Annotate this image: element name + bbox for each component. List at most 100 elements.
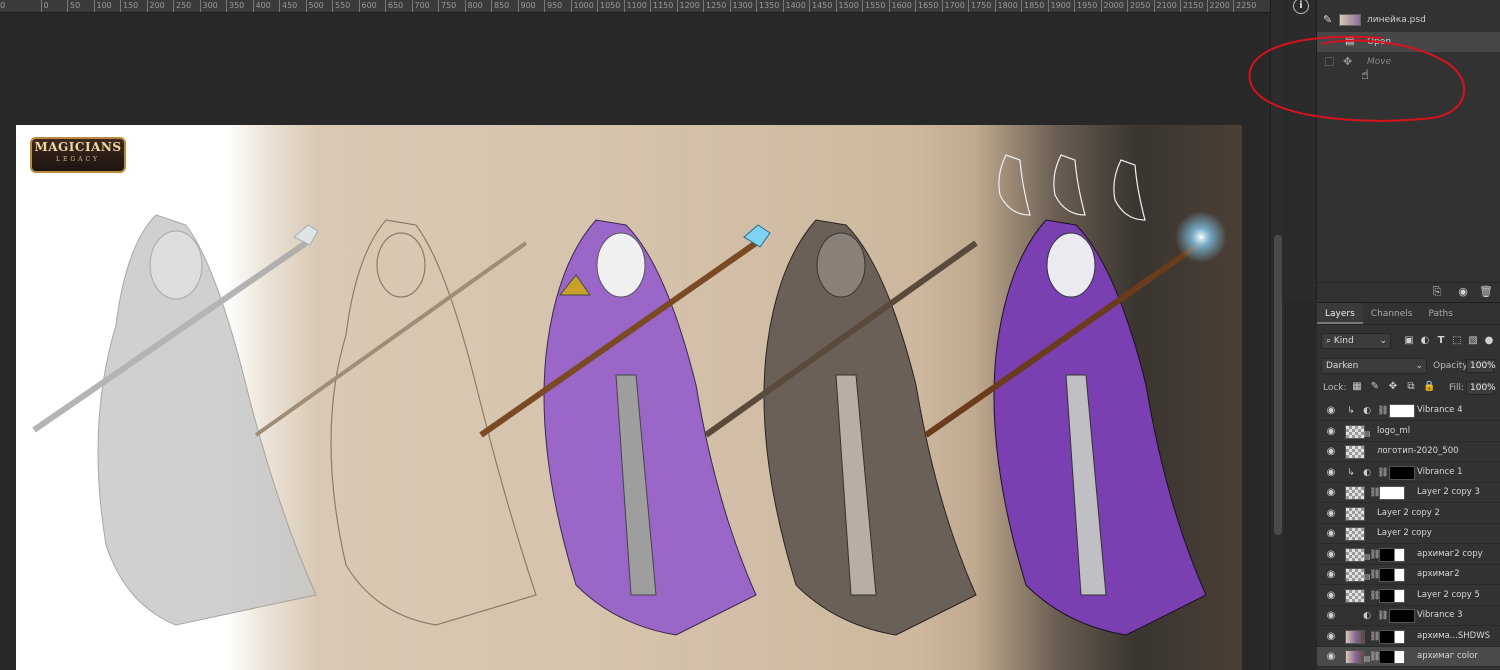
history-state-open[interactable]: ▤ Open <box>1317 32 1500 52</box>
lock-position-icon[interactable]: ✥ <box>1387 380 1399 394</box>
camera-icon[interactable]: ◉ <box>1457 286 1469 298</box>
tab-layers[interactable]: Layers <box>1317 303 1363 324</box>
fill-input[interactable]: 100% <box>1466 381 1496 395</box>
layer-row[interactable]: ◉ ▤ logo_ml <box>1317 422 1500 442</box>
layer-row[interactable]: ◉ ⛓ Layer 2 copy 3 <box>1317 483 1500 503</box>
eye-icon[interactable]: ◉ <box>1325 487 1337 499</box>
layer-mask-thumbnail[interactable] <box>1389 465 1415 480</box>
eye-icon[interactable]: ◉ <box>1325 590 1337 602</box>
eye-icon[interactable]: ◉ <box>1325 426 1337 438</box>
layer-row[interactable]: ◉ ↳ ◐ ⛓ Vibrance 1 <box>1317 463 1500 483</box>
layer-name[interactable]: Vibrance 4 <box>1417 401 1463 420</box>
layer-mask-thumbnail[interactable] <box>1379 629 1405 644</box>
layer-thumbnail[interactable] <box>1345 527 1365 541</box>
adjustment-filter-icon[interactable]: ◐ <box>1419 334 1431 348</box>
history-snapshot[interactable]: ✎ линейка.psd <box>1317 10 1500 30</box>
eye-icon[interactable]: ◉ <box>1325 549 1337 561</box>
canvas-vertical-scrollbar[interactable] <box>1270 0 1284 670</box>
opacity-input[interactable]: 100% <box>1466 359 1496 373</box>
ruler-tick-label: 550 <box>332 0 350 12</box>
smart-object-filter-icon[interactable]: ▧ <box>1467 334 1479 348</box>
eye-icon[interactable]: ◉ <box>1325 528 1337 540</box>
panel-tabs: Layers Channels Paths <box>1317 303 1500 325</box>
pixel-filter-icon[interactable]: ▣ <box>1403 334 1415 348</box>
layer-row[interactable]: ◉ Layer 2 copy <box>1317 524 1500 544</box>
layer-name[interactable]: Layer 2 copy 5 <box>1417 586 1480 605</box>
ruler-tick-label: 1800 <box>994 0 1018 12</box>
layer-row[interactable]: ◉ ⛓ архима...SHDWS <box>1317 627 1500 647</box>
tab-paths[interactable]: Paths <box>1420 303 1460 324</box>
lock-artboard-icon[interactable]: ⧉ <box>1405 380 1417 394</box>
eye-icon[interactable]: ◉ <box>1325 467 1337 479</box>
lock-all-icon[interactable]: 🔒 <box>1423 380 1435 394</box>
eye-icon[interactable]: ◉ <box>1325 651 1337 663</box>
layer-name[interactable]: архимаг2 copy <box>1417 545 1483 564</box>
eye-icon[interactable]: ◉ <box>1325 631 1337 643</box>
history-panel: ✎ линейка.psd ▤ Open ✥ Move ☝ <box>1317 0 1500 300</box>
scrollbar-thumb[interactable] <box>1274 235 1282 535</box>
ruler-tick-label: 1000 <box>570 0 594 12</box>
layer-name[interactable]: архима...SHDWS <box>1417 627 1490 646</box>
lock-pixels-icon[interactable]: ✎ <box>1369 380 1381 394</box>
history-state-label: Move <box>1367 57 1392 67</box>
layer-thumbnail[interactable] <box>1345 445 1365 459</box>
ruler-tick-label: 2250 <box>1233 0 1256 12</box>
eye-icon[interactable]: ◉ <box>1325 569 1337 581</box>
eye-icon[interactable]: ◉ <box>1325 610 1337 622</box>
layer-name[interactable]: logo_ml <box>1377 422 1410 441</box>
layer-mask-thumbnail[interactable] <box>1379 588 1405 603</box>
type-filter-icon[interactable]: T <box>1435 334 1447 348</box>
layer-name[interactable]: архимаг color <box>1417 647 1478 666</box>
ruler-tick-label: 650 <box>385 0 403 12</box>
layer-mask-thumbnail[interactable] <box>1389 404 1415 418</box>
layer-mask-thumbnail[interactable] <box>1389 609 1415 623</box>
ruler-tick-label: 950 <box>544 0 562 12</box>
layer-row[interactable]: ◉ ↳ ◐ ⛓ Vibrance 4 <box>1317 401 1500 421</box>
chevron-down-icon: ⌄ <box>1379 336 1387 346</box>
layer-row[interactable]: ◉ ▤ ⛓ архимаг color <box>1317 647 1500 667</box>
ruler-tick-label: 250 <box>173 0 191 12</box>
artboard[interactable]: MAGICIANS LEGACY <box>16 125 1242 670</box>
layer-name[interactable]: логотип-2020_500 <box>1377 442 1459 461</box>
layer-mask-thumbnail[interactable] <box>1379 568 1405 582</box>
layer-name[interactable]: Vibrance 3 <box>1417 606 1463 625</box>
layer-row[interactable]: ◉ ▤ ⛓ архимаг2 copy <box>1317 545 1500 565</box>
blend-mode-dropdown[interactable]: Darken ⌄ <box>1321 358 1427 374</box>
opacity-label: Opacity: <box>1433 361 1470 371</box>
layer-name[interactable]: Layer 2 copy 2 <box>1377 504 1440 523</box>
layer-name[interactable]: архимаг2 <box>1417 565 1460 584</box>
layer-name[interactable]: Layer 2 copy <box>1377 524 1432 543</box>
layer-thumbnail[interactable] <box>1345 588 1365 603</box>
layer-row[interactable]: ◉ логотип-2020_500 <box>1317 442 1500 462</box>
layer-mask-thumbnail[interactable] <box>1379 650 1405 664</box>
history-state-move[interactable]: ✥ Move <box>1317 52 1500 72</box>
vibrance-adjustment-icon: ◐ <box>1363 406 1371 416</box>
kind-filter-dropdown[interactable]: ⌕ Kind ⌄ <box>1321 333 1391 349</box>
layer-row[interactable]: ◉ ◐ ⛓ Vibrance 3 <box>1317 606 1500 626</box>
layer-row[interactable]: ◉ Layer 2 copy 2 <box>1317 504 1500 524</box>
search-icon: ⌕ <box>1326 336 1334 346</box>
layer-row[interactable]: ◉ ▤ ⛓ архимаг2 <box>1317 565 1500 585</box>
tab-channels[interactable]: Channels <box>1363 303 1421 324</box>
trash-icon[interactable]: 🗑 <box>1479 286 1493 298</box>
layer-mask-thumbnail[interactable] <box>1379 486 1405 500</box>
eye-icon[interactable]: ◉ <box>1325 446 1337 458</box>
eye-icon[interactable]: ◉ <box>1325 405 1337 417</box>
lock-transparent-icon[interactable]: ▦ <box>1351 380 1363 394</box>
layer-thumbnail[interactable] <box>1345 506 1365 521</box>
layer-name[interactable]: Vibrance 1 <box>1417 463 1463 482</box>
layer-mask-thumbnail[interactable] <box>1379 547 1405 562</box>
layer-name[interactable]: Layer 2 copy 3 <box>1417 483 1480 502</box>
ruler-tick-label: 50 <box>67 0 80 12</box>
new-document-from-state-icon[interactable]: ⎘ <box>1431 286 1443 298</box>
layer-row[interactable]: ◉ ⛓ Layer 2 copy 5 <box>1317 586 1500 606</box>
ruler-tick-label: 500 <box>305 0 324 12</box>
filter-toggle-icon[interactable]: ● <box>1483 334 1495 348</box>
shape-filter-icon[interactable]: ⬚ <box>1451 334 1463 348</box>
ruler-tick-label: 1600 <box>888 0 912 12</box>
eye-icon[interactable]: ◉ <box>1325 508 1337 520</box>
canvas-area[interactable]: MAGICIANS LEGACY <box>0 14 1270 670</box>
info-icon[interactable]: i <box>1293 0 1309 14</box>
layer-thumbnail[interactable] <box>1345 486 1365 500</box>
layer-thumbnail[interactable] <box>1345 629 1365 644</box>
